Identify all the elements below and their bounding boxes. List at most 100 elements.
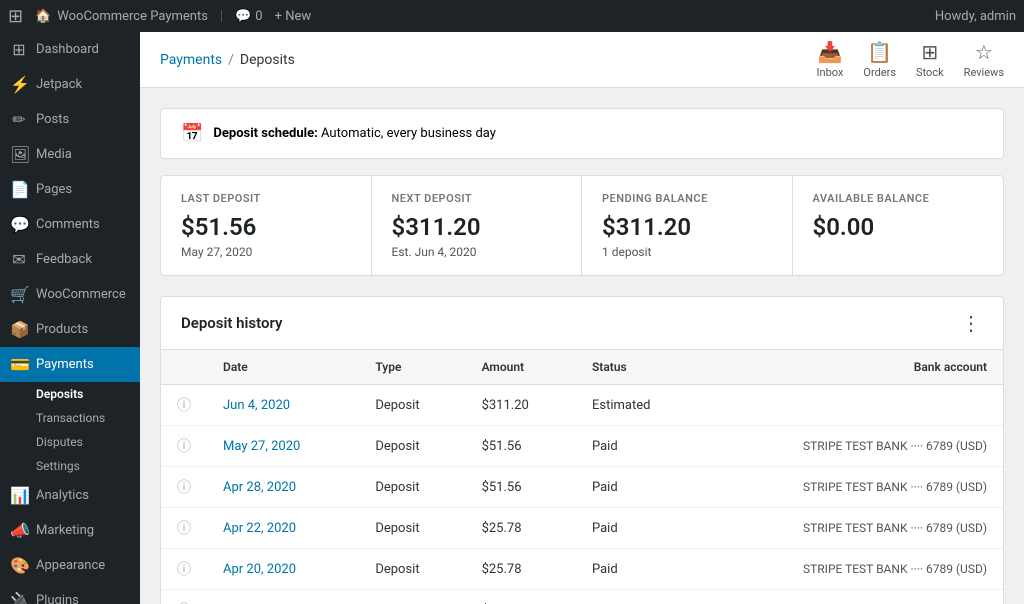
deposit-history: Deposit history ⋮ Date Type Amount Statu… <box>160 296 1004 604</box>
col-status: Status <box>576 350 702 385</box>
toolbar-orders[interactable]: 📋 Orders <box>863 40 896 79</box>
pages-icon: 📄 <box>10 180 28 199</box>
more-options-icon[interactable]: ⋮ <box>961 311 983 335</box>
type-cell: Deposit <box>359 549 465 590</box>
sidebar-item-media[interactable]: 🖼 Media <box>0 137 140 172</box>
media-icon: 🖼 <box>10 145 28 164</box>
amount-cell: $51.56 <box>466 467 576 508</box>
status-cell: Estimated <box>576 385 702 426</box>
info-icon: ⓘ <box>177 562 191 578</box>
toolbar-stock[interactable]: ⊞ Stock <box>916 40 944 79</box>
sidebar-sub-deposits[interactable]: Deposits <box>0 382 140 406</box>
card-label-next-deposit: NEXT DEPOSIT <box>392 192 562 205</box>
reviews-label: Reviews <box>964 66 1004 79</box>
col-amount: Amount <box>466 350 576 385</box>
sidebar-label-plugins: Plugins <box>36 593 79 604</box>
card-sub-last-deposit: May 27, 2020 <box>181 245 351 259</box>
status-cell: Paid <box>576 549 702 590</box>
date-link[interactable]: Apr 28, 2020 <box>223 480 296 495</box>
card-label-last-deposit: LAST DEPOSIT <box>181 192 351 205</box>
bank-cell: STRIPE TEST BANK ···· 6789 (USD) <box>702 549 1003 590</box>
sidebar-item-plugins[interactable]: 🔌 Plugins <box>0 583 140 604</box>
table-row: ⓘ May 27, 2020 Deposit $51.56 Paid STRIP… <box>161 426 1003 467</box>
status-cell: Paid <box>576 508 702 549</box>
new-button[interactable]: + New <box>275 9 312 24</box>
feedback-icon: ✉ <box>10 250 28 269</box>
wp-logo: ⊞ <box>8 6 23 27</box>
sidebar-sub-settings[interactable]: Settings <box>0 454 140 478</box>
jetpack-icon: ⚡ <box>10 75 28 94</box>
sidebar-label-dashboard: Dashboard <box>36 42 99 57</box>
table-row: ⓘ Apr 20, 2020 Deposit $25.78 Paid STRIP… <box>161 549 1003 590</box>
comments-count[interactable]: 💬 0 <box>235 9 263 24</box>
table-header-row: Date Type Amount Status Bank account <box>161 350 1003 385</box>
card-sub-next-deposit: Est. Jun 4, 2020 <box>392 245 562 259</box>
marketing-icon: 📣 <box>10 521 28 540</box>
sidebar-item-comments[interactable]: 💬 Comments <box>0 207 140 242</box>
home-icon: 🏠 <box>35 9 51 24</box>
orders-label: Orders <box>863 66 896 79</box>
toolbar-icons: 📥 Inbox 📋 Orders ⊞ Stock ☆ Reviews <box>817 40 1004 79</box>
stock-label: Stock <box>916 66 944 79</box>
sidebar-item-woocommerce[interactable]: 🛒 WooCommerce <box>0 277 140 312</box>
woocommerce-icon: 🛒 <box>10 285 28 304</box>
date-link[interactable]: Apr 20, 2020 <box>223 562 296 577</box>
sidebar-item-analytics[interactable]: 📊 Analytics <box>0 478 140 513</box>
card-next-deposit: NEXT DEPOSIT $311.20 Est. Jun 4, 2020 <box>372 176 583 275</box>
date-link[interactable]: Jun 4, 2020 <box>223 398 290 413</box>
sidebar-item-products[interactable]: 📦 Products <box>0 312 140 347</box>
main-content: Payments / Deposits 📥 Inbox 📋 Orders ⊞ S… <box>140 32 1024 604</box>
plugins-icon: 🔌 <box>10 591 28 604</box>
admin-bar: ⊞ 🏠 WooCommerce Payments | 💬 0 + New How… <box>0 0 1024 32</box>
date-link[interactable]: May 27, 2020 <box>223 439 300 454</box>
sidebar-item-feedback[interactable]: ✉ Feedback <box>0 242 140 277</box>
info-icon: ⓘ <box>177 398 191 414</box>
sidebar-item-dashboard[interactable]: ⊞ Dashboard <box>0 32 140 67</box>
table-row: ⓘ Jun 4, 2020 Deposit $311.20 Estimated <box>161 385 1003 426</box>
sidebar: ⊞ Dashboard ⚡ Jetpack ✏ Posts 🖼 Media 📄 … <box>0 32 140 604</box>
bank-cell: STRIPE TEST BANK ···· 6789 (USD) <box>702 590 1003 604</box>
info-icon: ⓘ <box>177 521 191 537</box>
sidebar-item-pages[interactable]: 📄 Pages <box>0 172 140 207</box>
toolbar-inbox[interactable]: 📥 Inbox <box>817 40 844 79</box>
table-row: ⓘ Apr 16, 2020 Deposit $67.30 Paid STRIP… <box>161 590 1003 604</box>
info-icon: ⓘ <box>177 480 191 496</box>
sidebar-item-appearance[interactable]: 🎨 Appearance <box>0 548 140 583</box>
sidebar-sub-transactions[interactable]: Transactions <box>0 406 140 430</box>
toolbar-reviews[interactable]: ☆ Reviews <box>964 40 1004 79</box>
card-last-deposit: LAST DEPOSIT $51.56 May 27, 2020 <box>161 176 372 275</box>
sidebar-item-payments[interactable]: 💳 Payments <box>0 347 140 382</box>
sidebar-item-posts[interactable]: ✏ Posts <box>0 102 140 137</box>
col-info <box>161 350 207 385</box>
breadcrumb: Payments / Deposits <box>160 52 295 68</box>
sidebar-label-jetpack: Jetpack <box>36 77 82 92</box>
calendar-icon: 📅 <box>181 123 203 144</box>
sidebar-label-marketing: Marketing <box>36 523 94 538</box>
bank-cell <box>702 385 1003 426</box>
date-link[interactable]: Apr 22, 2020 <box>223 521 296 536</box>
status-cell: Paid <box>576 426 702 467</box>
deposit-table: Date Type Amount Status Bank account ⓘ J… <box>161 350 1003 604</box>
sidebar-label-comments: Comments <box>36 217 100 232</box>
amount-cell: $67.30 <box>466 590 576 604</box>
comments-icon: 💬 <box>10 215 28 234</box>
sidebar-item-jetpack[interactable]: ⚡ Jetpack <box>0 67 140 102</box>
inbox-label: Inbox <box>817 66 844 79</box>
type-cell: Deposit <box>359 426 465 467</box>
dashboard-icon: ⊞ <box>10 40 28 59</box>
site-name[interactable]: 🏠 WooCommerce Payments <box>35 9 208 24</box>
sidebar-sub-disputes[interactable]: Disputes <box>0 430 140 454</box>
bank-cell: STRIPE TEST BANK ···· 6789 (USD) <box>702 426 1003 467</box>
status-cell: Paid <box>576 590 702 604</box>
breadcrumb-parent[interactable]: Payments <box>160 52 222 68</box>
appearance-icon: 🎨 <box>10 556 28 575</box>
col-date: Date <box>207 350 359 385</box>
sidebar-label-posts: Posts <box>36 112 69 127</box>
sidebar-item-marketing[interactable]: 📣 Marketing <box>0 513 140 548</box>
inbox-icon: 📥 <box>818 40 843 64</box>
card-label-available-balance: AVAILABLE BALANCE <box>813 192 984 205</box>
sidebar-label-appearance: Appearance <box>36 558 105 573</box>
info-icon: ⓘ <box>177 439 191 455</box>
history-title: Deposit history <box>181 314 282 332</box>
amount-cell: $311.20 <box>466 385 576 426</box>
